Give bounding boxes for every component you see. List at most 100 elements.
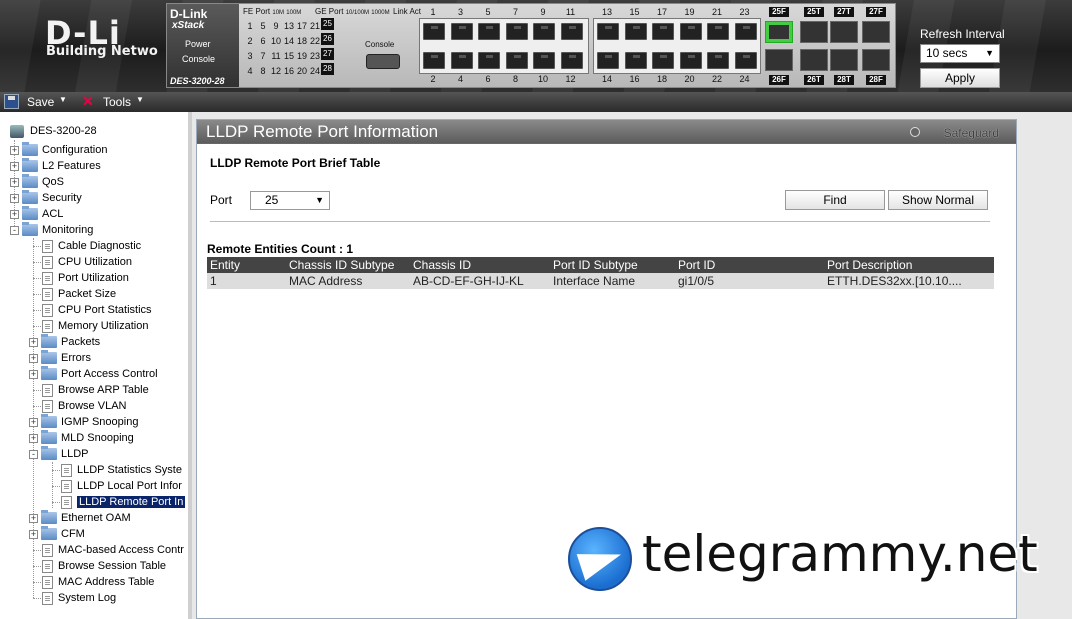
save-dropdown-icon[interactable]: ▼ <box>59 95 67 104</box>
port-led-number: 15 <box>283 51 294 61</box>
led-column: 1 2 3 4 <box>243 19 257 79</box>
tree-item-mac-address-table[interactable]: MAC Address Table <box>29 574 154 590</box>
tree-item-mld-snooping[interactable]: + MLD Snooping <box>29 430 134 446</box>
collapse-icon[interactable]: - <box>29 449 38 459</box>
dropdown-arrow-icon: ▼ <box>985 48 994 58</box>
tree-item-qos[interactable]: + QoS <box>10 174 64 190</box>
find-button[interactable]: Find <box>785 190 885 210</box>
tree-item-cable-diagnostic[interactable]: Cable Diagnostic <box>29 238 141 254</box>
ethernet-port[interactable] <box>652 23 674 40</box>
tree-item-configuration[interactable]: + Configuration <box>10 142 107 158</box>
tree-item-lldp-remote-port-in[interactable]: LLDP Remote Port In <box>48 494 186 510</box>
collapse-icon[interactable]: - <box>10 225 19 235</box>
tools-menu[interactable]: Tools <box>103 95 131 109</box>
tree-item-l2-features[interactable]: + L2 Features <box>10 158 101 174</box>
tree-item-browse-session-table[interactable]: Browse Session Table <box>29 558 166 574</box>
sfp-port[interactable] <box>830 49 858 71</box>
expand-icon[interactable]: + <box>29 529 38 539</box>
tree-item-ethernet-oam[interactable]: + Ethernet OAM <box>29 510 131 526</box>
tree-item-mac-based-access-contr[interactable]: MAC-based Access Contr <box>29 542 184 558</box>
tree-item-lldp[interactable]: - LLDP <box>29 446 89 462</box>
ethernet-port[interactable] <box>533 23 555 40</box>
sfp-port[interactable] <box>830 21 858 43</box>
sfp-port[interactable] <box>800 49 828 71</box>
expand-icon[interactable]: + <box>29 513 38 523</box>
port-number: 17 <box>656 7 667 17</box>
sfp-port[interactable] <box>862 21 890 43</box>
ethernet-port[interactable] <box>624 23 647 40</box>
tree-item-browse-arp-table[interactable]: Browse ARP Table <box>29 382 149 398</box>
toolbar: Save ▼ ✕ Tools ▼ <box>0 92 1072 112</box>
ethernet-port[interactable] <box>679 23 702 40</box>
ethernet-port[interactable] <box>679 52 702 69</box>
tree-item-packet-size[interactable]: Packet Size <box>29 286 116 302</box>
ethernet-port[interactable] <box>652 52 674 69</box>
tree-item-acl[interactable]: + ACL <box>10 206 63 222</box>
ethernet-port[interactable] <box>734 23 757 40</box>
tree-item-label: MAC-based Access Contr <box>58 544 184 557</box>
tree-item-browse-vlan[interactable]: Browse VLAN <box>29 398 126 414</box>
tree-item-monitoring[interactable]: - Monitoring <box>10 222 93 238</box>
ethernet-port[interactable] <box>560 52 583 69</box>
header-port-id: Port ID <box>678 258 716 272</box>
floppy-disk-icon[interactable] <box>4 94 19 109</box>
expand-icon[interactable]: + <box>29 369 38 379</box>
tree-item-lldp-local-port-infor[interactable]: LLDP Local Port Infor <box>48 478 182 494</box>
expand-icon[interactable]: + <box>10 193 19 203</box>
ethernet-port[interactable] <box>624 52 647 69</box>
sfp-port[interactable] <box>765 49 793 71</box>
tree-item-packets[interactable]: + Packets <box>29 334 100 350</box>
tree-item-cpu-utilization[interactable]: CPU Utilization <box>29 254 132 270</box>
ethernet-port[interactable] <box>505 52 528 69</box>
sfp-port[interactable] <box>765 21 793 43</box>
refresh-interval-select[interactable]: 10 secs ▼ <box>920 44 1000 63</box>
expand-icon[interactable]: + <box>10 161 19 171</box>
ethernet-port[interactable] <box>533 52 555 69</box>
expand-icon[interactable]: + <box>29 417 38 427</box>
tree-item-igmp-snooping[interactable]: + IGMP Snooping <box>29 414 138 430</box>
tree-item-port-utilization[interactable]: Port Utilization <box>29 270 129 286</box>
expand-icon[interactable]: + <box>10 209 19 219</box>
tools-dropdown-icon[interactable]: ▼ <box>136 95 144 104</box>
act-label: Act <box>409 7 422 16</box>
tree-root[interactable]: DES-3200-28 <box>10 123 97 139</box>
ethernet-port[interactable] <box>423 52 445 69</box>
ethernet-port[interactable] <box>478 23 500 40</box>
tree-item-memory-utilization[interactable]: Memory Utilization <box>29 318 148 334</box>
ethernet-port[interactable] <box>423 23 445 40</box>
port-select[interactable]: 25 ▼ <box>250 191 330 210</box>
sfp-port[interactable] <box>862 49 890 71</box>
table-row[interactable]: 1 MAC Address AB-CD-EF-GH-IJ-KL Interfac… <box>207 273 994 289</box>
ethernet-port[interactable] <box>505 23 528 40</box>
tree-item-system-log[interactable]: System Log <box>29 590 116 606</box>
sfp-port[interactable] <box>800 21 828 43</box>
ethernet-port[interactable] <box>707 52 729 69</box>
document-icon <box>42 559 53 573</box>
expand-icon[interactable]: + <box>29 337 38 347</box>
tools-icon[interactable]: ✕ <box>82 93 94 110</box>
show-normal-button[interactable]: Show Normal <box>888 190 988 210</box>
tree-item-label: L2 Features <box>42 160 101 173</box>
tree-item-cfm[interactable]: + CFM <box>29 526 85 542</box>
document-icon <box>42 319 53 333</box>
ethernet-port[interactable] <box>450 52 473 69</box>
ethernet-port[interactable] <box>478 52 500 69</box>
apply-button[interactable]: Apply <box>920 68 1000 88</box>
tree-item-label: System Log <box>58 592 117 605</box>
expand-icon[interactable]: + <box>10 177 19 187</box>
tree-item-lldp-statistics-syste[interactable]: LLDP Statistics Syste <box>48 462 182 478</box>
expand-icon[interactable]: + <box>10 145 19 155</box>
expand-icon[interactable]: + <box>29 353 38 363</box>
tree-item-port-access-control[interactable]: + Port Access Control <box>29 366 158 382</box>
ethernet-port[interactable] <box>734 52 757 69</box>
ethernet-port[interactable] <box>450 23 473 40</box>
expand-icon[interactable]: + <box>29 433 38 443</box>
save-menu[interactable]: Save <box>27 95 54 109</box>
tree-item-errors[interactable]: + Errors <box>29 350 91 366</box>
ethernet-port[interactable] <box>560 23 583 40</box>
tree-item-security[interactable]: + Security <box>10 190 82 206</box>
ethernet-port[interactable] <box>597 23 619 40</box>
tree-item-cpu-port-statistics[interactable]: CPU Port Statistics <box>29 302 152 318</box>
ethernet-port[interactable] <box>707 23 729 40</box>
ethernet-port[interactable] <box>597 52 619 69</box>
